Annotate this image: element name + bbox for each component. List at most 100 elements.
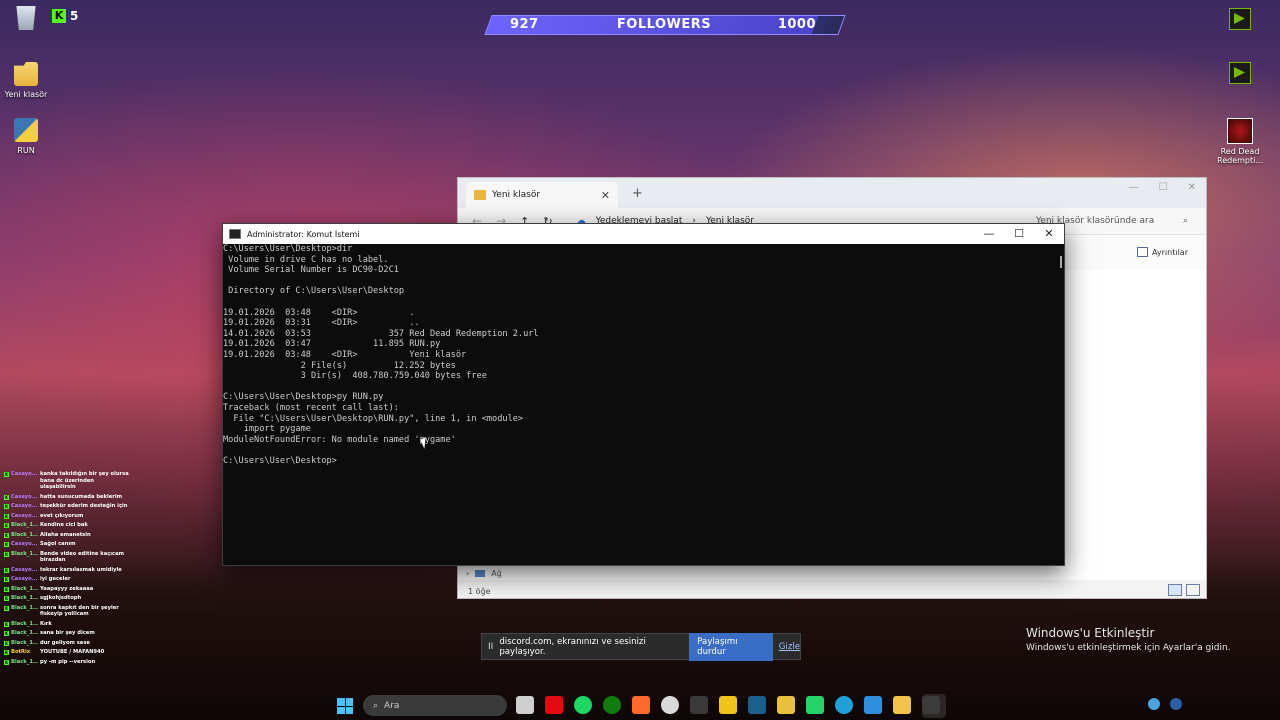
kick-badge-icon: K bbox=[4, 631, 9, 637]
kick-badge-icon: K bbox=[4, 504, 9, 510]
chat-username: Black_1... bbox=[11, 522, 38, 529]
chat-message: K BotRix YOUTUBE / MAFAN940 bbox=[4, 649, 129, 656]
microphone-icon[interactable] bbox=[1170, 698, 1182, 710]
chrome-icon[interactable] bbox=[777, 696, 795, 714]
kick-badge-icon: K bbox=[4, 640, 9, 646]
kick-badge-icon: K bbox=[4, 577, 9, 583]
chat-text: Bende video editine kaçıcam birazdan bbox=[40, 550, 125, 564]
minimize-button[interactable]: — bbox=[1129, 182, 1139, 193]
game-icon[interactable] bbox=[719, 696, 737, 714]
folder-icon bbox=[14, 62, 38, 86]
desktop-item-folder[interactable]: Yeni klasör bbox=[0, 62, 58, 99]
steam-icon[interactable] bbox=[748, 696, 766, 714]
recycle-bin-icon[interactable] bbox=[0, 6, 58, 34]
command-prompt-window: Administrator: Komut İstemi — ☐ ✕ C:\Use… bbox=[222, 223, 1065, 566]
maximize-button[interactable]: ☐ bbox=[1159, 182, 1168, 193]
chat-username: Black_1... bbox=[11, 604, 38, 611]
close-button[interactable]: ✕ bbox=[1034, 224, 1064, 244]
kick-badge-icon: K bbox=[4, 542, 9, 548]
kick-badge-icon: K bbox=[4, 621, 9, 627]
chat-text: Allaha emanetsin bbox=[40, 531, 91, 538]
xbox-icon[interactable] bbox=[603, 696, 621, 714]
chat-message: K Black_1... py -m pip --version bbox=[4, 659, 129, 666]
maximize-button[interactable]: ☐ bbox=[1004, 224, 1034, 244]
console-title: Administrator: Komut İstemi bbox=[247, 229, 360, 239]
close-tab-icon[interactable]: ✕ bbox=[601, 189, 610, 202]
minimize-button[interactable]: — bbox=[974, 224, 1004, 244]
kick-badge-icon: K bbox=[4, 523, 9, 529]
nvidia-icon bbox=[1229, 8, 1251, 30]
explorer-icon[interactable] bbox=[893, 696, 911, 714]
desktop-item-label: Yeni klasör bbox=[4, 90, 48, 99]
console-scrollbar[interactable] bbox=[1060, 256, 1062, 268]
nvidia-app-shortcut[interactable] bbox=[1210, 8, 1270, 30]
chat-message: K Casayo... Sağol canım bbox=[4, 541, 129, 548]
chat-message: K Black_1... sonra kapkıt den bir şeyler f… bbox=[4, 605, 129, 618]
chat-username: Black_1... bbox=[11, 585, 38, 592]
explorer-tab[interactable]: Yeni klasör ✕ bbox=[466, 182, 618, 208]
chat-text: iyi geceler bbox=[40, 576, 71, 583]
netflix-icon[interactable] bbox=[545, 696, 563, 714]
whatsapp-icon[interactable] bbox=[806, 696, 824, 714]
view-toggle bbox=[1168, 584, 1200, 596]
chat-username: Black_1... bbox=[11, 630, 38, 637]
epic-icon[interactable] bbox=[690, 696, 708, 714]
windows-logo-tile bbox=[345, 706, 353, 714]
details-pane-button[interactable]: Ayrıntılar bbox=[1136, 247, 1188, 257]
new-tab-button[interactable]: + bbox=[632, 186, 643, 201]
chat-username: Casayo... bbox=[11, 512, 38, 519]
record-icon[interactable] bbox=[632, 696, 650, 714]
chat-message: K Black_1... Allaha emanetsin bbox=[4, 532, 129, 539]
explorer-tab-title: Yeni klasör bbox=[492, 190, 541, 200]
kick-badge-icon: K bbox=[4, 551, 9, 557]
chat-username: Casayo... bbox=[11, 541, 38, 548]
start-button[interactable] bbox=[337, 698, 353, 714]
chat-message: K Casayo... tekrar karsılasmak umidiyle bbox=[4, 567, 129, 574]
chat-username: Casayo... bbox=[11, 566, 38, 573]
file-icon[interactable] bbox=[516, 696, 534, 714]
chat-username: BotRix bbox=[11, 649, 31, 656]
kick-badge-icon: K bbox=[4, 596, 9, 602]
followers-goal-text: 927 FOLLOWERS 1000 bbox=[488, 15, 840, 33]
console-output[interactable]: C:\Users\User\Desktop>dir Volume in driv… bbox=[223, 244, 1054, 565]
chat-username: Black_1... bbox=[11, 550, 38, 557]
obs-icon[interactable] bbox=[661, 696, 679, 714]
chat-username: Black_1... bbox=[11, 639, 38, 646]
screen-share-bar: II discord.com, ekranınızı ve sesinizi p… bbox=[481, 632, 801, 661]
followers-target: 1000 bbox=[777, 16, 816, 32]
desktop-item-rdr2[interactable]: Red Dead Redempti... bbox=[1210, 118, 1270, 165]
terminal-icon[interactable] bbox=[922, 696, 940, 714]
kick-counter: K 5 bbox=[52, 9, 78, 23]
chat-text: hatta sunucumada beklerim bbox=[40, 493, 123, 500]
console-title-bar[interactable]: Administrator: Komut İstemi — ☐ ✕ bbox=[223, 224, 1064, 244]
spotify-icon[interactable] bbox=[574, 696, 592, 714]
chat-username: Casayo... bbox=[11, 503, 38, 510]
chat-message: K Black_1... Yaapayyy zekaaaa bbox=[4, 586, 129, 593]
kick-badge-icon: K bbox=[4, 494, 9, 500]
windows-logo-tile bbox=[345, 698, 353, 706]
desktop-item-run[interactable]: RUN bbox=[0, 118, 58, 155]
hide-link[interactable]: Gizle bbox=[779, 642, 800, 652]
chat-text: teşekkür ederim desteğin için bbox=[40, 503, 128, 510]
windows-activation-watermark: Windows'u Etkinleştir Windows'u etkinleş… bbox=[1026, 626, 1231, 653]
close-button[interactable]: ✕ bbox=[1188, 182, 1196, 193]
details-label: Ayrıntılar bbox=[1151, 247, 1188, 257]
details-icon bbox=[1136, 247, 1148, 257]
onedrive-icon[interactable] bbox=[1148, 698, 1160, 710]
details-view-icon[interactable] bbox=[1168, 584, 1182, 596]
chat-message: K Casayo... hatta sunucumada beklerim bbox=[4, 494, 129, 501]
stream-chat-overlay: K Casayo... kanka takıldığın bir şey olurs… bbox=[4, 471, 129, 668]
nav-tree-network[interactable]: › Ağ bbox=[466, 569, 502, 578]
vscode-icon[interactable] bbox=[864, 696, 882, 714]
tiles-view-icon[interactable] bbox=[1186, 584, 1200, 596]
edge-icon[interactable] bbox=[835, 696, 853, 714]
stop-sharing-button[interactable]: Paylaşımı durdur bbox=[689, 632, 773, 661]
kick-logo-icon: K bbox=[52, 9, 66, 23]
taskbar-search-input[interactable]: ⌕ Ara bbox=[363, 695, 507, 716]
chat-message: K Black_1... Kendine cici bak bbox=[4, 522, 129, 529]
explorer-window-controls: — ☐ ✕ bbox=[1129, 182, 1196, 193]
activation-subtitle: Windows'u etkinleştirmek için Ayarlar'a … bbox=[1026, 643, 1231, 653]
kick-badge-icon: K bbox=[4, 472, 9, 477]
chat-text: sana bir şey dicem bbox=[40, 630, 95, 637]
nvidia-shortcut-2[interactable] bbox=[1210, 62, 1270, 84]
